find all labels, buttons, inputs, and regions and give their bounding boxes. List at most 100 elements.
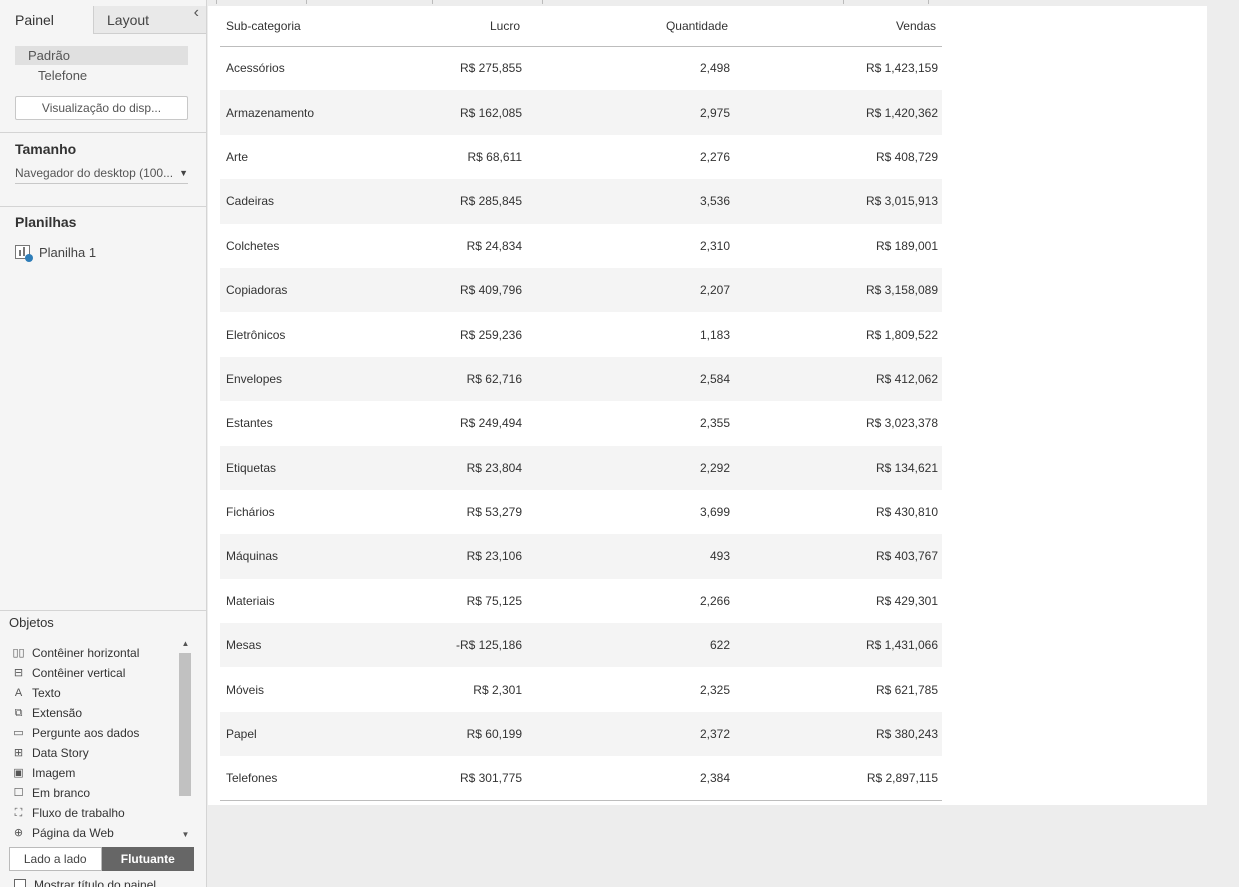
cell-quantity: 2,292	[526, 445, 734, 490]
size-dropdown[interactable]: Navegador do desktop (100... ▼	[15, 164, 188, 184]
scroll-down-icon[interactable]: ▼	[178, 828, 193, 842]
cell-subcategory: Telefones	[220, 756, 410, 802]
object-vertical-container[interactable]: ⊟ Contêiner vertical	[12, 663, 178, 683]
object-workflow[interactable]: ⛶ Fluxo de trabalho	[12, 803, 178, 823]
table-row[interactable]: Arte R$ 68,611 2,276 R$ 408,729	[220, 135, 942, 179]
objects-scrollbar[interactable]: ▲ ▼	[178, 637, 193, 841]
dashboard-side-panel: Painel Layout ‹ Padrão Telefone Visualiz…	[0, 0, 207, 887]
object-blank[interactable]: ☐ Em branco	[12, 783, 178, 803]
tiled-button[interactable]: Lado a lado	[9, 847, 102, 871]
chevron-down-icon: ▼	[179, 168, 188, 178]
cell-profit: R$ 62,716	[410, 356, 526, 402]
cell-profit: R$ 285,845	[410, 179, 526, 224]
cell-subcategory: Móveis	[226, 682, 265, 697]
device-preview-button[interactable]: Visualização do disp...	[15, 96, 188, 120]
column-header-quantity[interactable]: Quantidade	[526, 6, 734, 47]
cell-profit: R$ 301,775	[410, 756, 526, 802]
object-ask-data[interactable]: ▭ Pergunte aos dados	[12, 723, 178, 743]
cell-profit: R$ 259,236	[459, 327, 522, 342]
object-label: Imagem	[32, 766, 76, 780]
tab-layout[interactable]: Layout	[93, 6, 206, 34]
collapse-panel-icon[interactable]: ‹	[194, 4, 199, 22]
cell-subcategory: Envelopes	[220, 356, 410, 402]
cell-subcategory: Etiquetas	[220, 445, 410, 490]
cell-quantity: 2,975	[526, 90, 734, 135]
layout-mode-toggle: Lado a lado Flutuante	[9, 847, 194, 871]
table-row[interactable]: Telefones R$ 301,775 2,384 R$ 2,897,115	[220, 756, 942, 802]
cell-sales: R$ 408,729	[875, 149, 938, 164]
cell-sales: R$ 3,158,089	[734, 267, 942, 313]
column-header-subcategory[interactable]: Sub-categoria	[220, 6, 410, 47]
floating-button[interactable]: Flutuante	[101, 847, 194, 871]
cell-subcategory: Eletrônicos	[226, 327, 286, 342]
cell-sales: R$ 430,810	[875, 505, 938, 520]
sheet-item-planilha-1[interactable]: Planilha 1	[15, 243, 96, 262]
cell-quantity: 2,310	[699, 238, 730, 253]
device-item-phone[interactable]: Telefone	[15, 66, 188, 85]
device-item-default[interactable]: Padrão	[15, 46, 188, 65]
table-row[interactable]: Materiais R$ 75,125 2,266 R$ 429,301	[220, 579, 942, 623]
data-story-icon: ⊞	[13, 747, 24, 759]
object-text[interactable]: A Texto	[12, 683, 178, 703]
table-row[interactable]: Eletrônicos R$ 259,236 1,183 R$ 1,809,522	[220, 312, 942, 356]
cell-sales: R$ 3,023,378	[865, 416, 938, 431]
show-dashboard-title[interactable]: Mostrar título do painel	[14, 878, 156, 887]
column-header-sales[interactable]: Vendas	[734, 6, 942, 47]
table-row[interactable]: Envelopes R$ 62,716 2,584 R$ 412,062	[220, 356, 942, 402]
table-row[interactable]: Estantes R$ 249,494 2,355 R$ 3,023,378	[220, 401, 942, 445]
object-horizontal-container[interactable]: ▯▯ Contêiner horizontal	[12, 643, 178, 663]
cell-sales: R$ 134,621	[734, 445, 942, 490]
table-row[interactable]: Copiadoras R$ 409,796 2,207 R$ 3,158,089	[220, 267, 942, 313]
cell-sales: R$ 403,767	[734, 534, 942, 579]
table-row[interactable]: Mesas -R$ 125,186 622 R$ 1,431,066	[220, 623, 942, 668]
show-title-checkbox[interactable]	[14, 879, 26, 887]
table-row[interactable]: Fichários R$ 53,279 3,699 R$ 430,810	[220, 490, 942, 534]
text-icon: A	[14, 687, 23, 699]
object-web-page[interactable]: ⊕ Página da Web	[12, 823, 178, 842]
object-extension[interactable]: ⧉ Extensão	[12, 703, 178, 723]
table-row[interactable]: Acessórios R$ 275,855 2,498 R$ 1,423,159	[220, 46, 942, 90]
ruler-tick	[542, 0, 543, 4]
device-list: Padrão Telefone	[15, 46, 188, 85]
column-header-profit[interactable]: Lucro	[410, 6, 526, 47]
cell-sales: R$ 412,062	[734, 356, 942, 402]
table-row[interactable]: Etiquetas R$ 23,804 2,292 R$ 134,621	[220, 445, 942, 490]
divider	[0, 610, 206, 611]
object-label: Data Story	[32, 746, 89, 760]
cell-profit: R$ 23,804	[410, 445, 526, 490]
cell-sales: R$ 429,301	[875, 593, 938, 608]
cell-quantity: 2,584	[526, 356, 734, 402]
cell-profit: R$ 24,834	[466, 238, 522, 253]
size-section-title: Tamanho	[15, 141, 77, 157]
cell-sales: R$ 1,431,066	[734, 623, 942, 668]
cell-sales: R$ 1,423,159	[865, 61, 938, 76]
tab-painel[interactable]: Painel	[0, 6, 93, 34]
table-header-row: Sub-categoria Lucro Quantidade Vendas	[220, 6, 942, 47]
scroll-up-icon[interactable]: ▲	[178, 637, 193, 651]
cell-quantity: 2,276	[699, 149, 730, 164]
cell-subcategory: Colchetes	[226, 238, 280, 253]
table-body: Acessórios R$ 275,855 2,498 R$ 1,423,159 Arm…	[220, 46, 942, 802]
divider	[0, 206, 206, 207]
cell-sales: R$ 1,420,362	[734, 90, 942, 135]
object-label: Pergunte aos dados	[32, 726, 140, 740]
object-label: Contêiner horizontal	[32, 646, 140, 660]
cell-sales: R$ 2,897,115	[734, 756, 942, 802]
cell-subcategory: Armazenamento	[220, 90, 410, 135]
cell-subcategory: Acessórios	[226, 61, 285, 76]
table-row[interactable]: Papel R$ 60,199 2,372 R$ 380,243	[220, 711, 942, 757]
object-image[interactable]: ▣ Imagem	[12, 763, 178, 783]
table-row[interactable]: Cadeiras R$ 285,845 3,536 R$ 3,015,913	[220, 179, 942, 224]
table-row[interactable]: Máquinas R$ 23,106 493 R$ 403,767	[220, 534, 942, 579]
object-data-story[interactable]: ⊞ Data Story	[12, 743, 178, 763]
table-row[interactable]: Móveis R$ 2,301 2,325 R$ 621,785	[220, 667, 942, 711]
cell-profit: -R$ 125,186	[410, 623, 526, 668]
web-page-icon: ⊕	[13, 827, 24, 839]
scrollbar-thumb[interactable]	[179, 653, 191, 796]
ruler-tick	[432, 0, 433, 4]
worksheet-icon	[15, 245, 33, 262]
table-row[interactable]: Armazenamento R$ 162,085 2,975 R$ 1,420,362	[220, 90, 942, 135]
cell-subcategory: Fichários	[226, 505, 275, 520]
cell-profit: R$ 275,855	[459, 61, 522, 76]
table-row[interactable]: Colchetes R$ 24,834 2,310 R$ 189,001	[220, 224, 942, 268]
